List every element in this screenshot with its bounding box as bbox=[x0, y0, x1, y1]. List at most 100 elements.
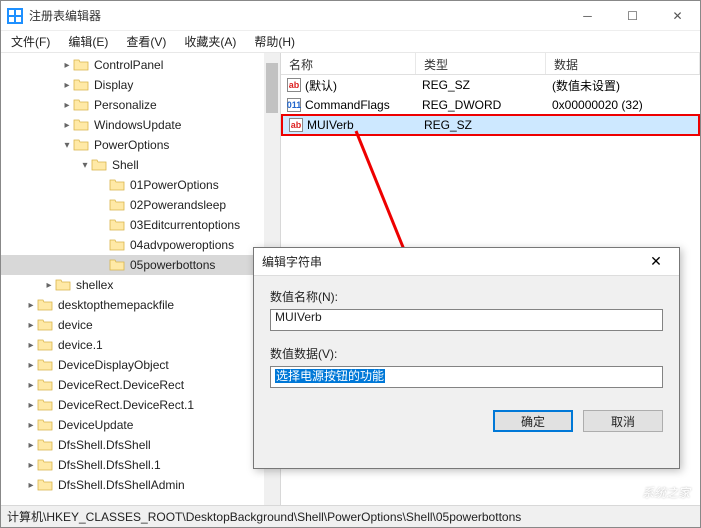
dialog-title: 编辑字符串 bbox=[262, 253, 641, 270]
tree-item[interactable]: 02Powerandsleep bbox=[1, 195, 280, 215]
tree-item[interactable]: ▸ shellex bbox=[1, 275, 280, 295]
caret-right-icon[interactable]: ▸ bbox=[61, 80, 73, 91]
caret-down-icon[interactable]: ▾ bbox=[61, 140, 73, 151]
folder-icon bbox=[109, 218, 125, 232]
folder-icon bbox=[73, 78, 89, 92]
tree-item-label: DeviceUpdate bbox=[56, 418, 135, 432]
tree-item[interactable]: ▸ControlPanel bbox=[1, 55, 280, 75]
tree-item[interactable]: ▸ DeviceRect.DeviceRect.1 bbox=[1, 395, 280, 415]
caret-right-icon[interactable]: ▸ bbox=[25, 440, 37, 451]
value-data-field[interactable]: 选择电源按钮的功能 bbox=[270, 366, 663, 388]
tree-item-label: device bbox=[56, 318, 95, 332]
tree-item[interactable]: ▸DfsShell.DfsShellAdmin bbox=[1, 475, 280, 495]
caret-right-icon[interactable]: ▸ bbox=[43, 280, 55, 291]
folder-icon bbox=[73, 58, 89, 72]
tree-item[interactable]: ▸ device bbox=[1, 315, 280, 335]
col-name[interactable]: 名称 bbox=[281, 53, 416, 74]
tree-item[interactable]: 05powerbottons bbox=[1, 255, 280, 275]
tree-item[interactable]: ▸ Personalize bbox=[1, 95, 280, 115]
minimize-button[interactable]: ─ bbox=[565, 1, 610, 31]
tree-item[interactable]: ▸ DeviceRect.DeviceRect bbox=[1, 375, 280, 395]
tree-item-label: shellex bbox=[74, 278, 115, 292]
tree-item[interactable]: 03Editcurrentoptions bbox=[1, 215, 280, 235]
tree-pane[interactable]: ▸ControlPanel▸Display▸Personalize▸Window… bbox=[1, 53, 281, 505]
folder-icon bbox=[109, 258, 125, 272]
folder-icon bbox=[37, 298, 53, 312]
value-name: CommandFlags bbox=[305, 98, 390, 112]
tree-item[interactable]: ▾PowerOptions bbox=[1, 135, 280, 155]
tree-item[interactable]: ▸DfsShell.DfsShell.1 bbox=[1, 455, 280, 475]
ok-button[interactable]: 确定 bbox=[493, 410, 573, 432]
caret-right-icon[interactable]: ▸ bbox=[25, 360, 37, 371]
folder-icon bbox=[37, 478, 53, 492]
folder-icon bbox=[37, 358, 53, 372]
tree-item[interactable]: ▸WindowsUpdate bbox=[1, 115, 280, 135]
tree-item-label: desktopthemepackfile bbox=[56, 298, 176, 312]
close-button[interactable]: ✕ bbox=[655, 1, 700, 31]
dialog-titlebar[interactable]: 编辑字符串 ✕ bbox=[254, 248, 679, 276]
caret-right-icon[interactable]: ▸ bbox=[25, 480, 37, 491]
string-value-icon: ab bbox=[287, 78, 301, 92]
list-row[interactable]: ab(默认)REG_SZ(数值未设置) bbox=[281, 75, 700, 95]
folder-icon bbox=[91, 158, 107, 172]
caret-right-icon[interactable]: ▸ bbox=[25, 380, 37, 391]
menu-edit[interactable]: 编辑(E) bbox=[60, 31, 116, 52]
folder-icon bbox=[73, 98, 89, 112]
tree-item[interactable]: ▸Display bbox=[1, 75, 280, 95]
col-data[interactable]: 数据 bbox=[546, 53, 700, 74]
tree-item[interactable]: ▾Shell bbox=[1, 155, 280, 175]
caret-right-icon[interactable]: ▸ bbox=[25, 420, 37, 431]
menu-bar: 文件(F) 编辑(E) 查看(V) 收藏夹(A) 帮助(H) bbox=[1, 31, 700, 53]
tree-item[interactable]: 01PowerOptions bbox=[1, 175, 280, 195]
value-name: MUIVerb bbox=[307, 118, 354, 132]
tree-item-label: DeviceRect.DeviceRect.1 bbox=[56, 398, 196, 412]
caret-right-icon[interactable]: ▸ bbox=[25, 320, 37, 331]
tree-item[interactable]: ▸DfsShell.DfsShell bbox=[1, 435, 280, 455]
menu-favorites[interactable]: 收藏夹(A) bbox=[176, 31, 244, 52]
window-title: 注册表编辑器 bbox=[29, 7, 565, 24]
tree-item[interactable]: ▸DeviceDisplayObject bbox=[1, 355, 280, 375]
tree-item-label: 03Editcurrentoptions bbox=[128, 218, 242, 232]
caret-right-icon[interactable]: ▸ bbox=[25, 460, 37, 471]
tree-item-label: Personalize bbox=[92, 98, 159, 112]
tree-item[interactable]: 04advpoweroptions bbox=[1, 235, 280, 255]
tree-item[interactable]: ▸ DeviceUpdate bbox=[1, 415, 280, 435]
folder-icon bbox=[73, 118, 89, 132]
tree-item[interactable]: ▸device.1 bbox=[1, 335, 280, 355]
caret-right-icon[interactable]: ▸ bbox=[61, 100, 73, 111]
col-type[interactable]: 类型 bbox=[416, 53, 546, 74]
caret-right-icon[interactable]: ▸ bbox=[61, 120, 73, 131]
list-header: 名称 类型 数据 bbox=[281, 53, 700, 75]
caret-right-icon[interactable]: ▸ bbox=[61, 60, 73, 71]
folder-icon bbox=[37, 398, 53, 412]
caret-right-icon[interactable]: ▸ bbox=[25, 340, 37, 351]
tree-item[interactable]: ▸ desktopthemepackfile bbox=[1, 295, 280, 315]
folder-icon bbox=[37, 378, 53, 392]
title-bar: 注册表编辑器 ─ ☐ ✕ bbox=[1, 1, 700, 31]
tree-item-label: 01PowerOptions bbox=[128, 178, 221, 192]
window-buttons: ─ ☐ ✕ bbox=[565, 1, 700, 31]
tree-item-label: DeviceRect.DeviceRect bbox=[56, 378, 186, 392]
maximize-button[interactable]: ☐ bbox=[610, 1, 655, 31]
dialog-body: 数值名称(N): MUIVerb 数值数据(V): 选择电源按钮的功能 bbox=[254, 276, 679, 388]
value-name-label: 数值名称(N): bbox=[270, 288, 663, 305]
caret-right-icon[interactable]: ▸ bbox=[25, 400, 37, 411]
menu-help[interactable]: 帮助(H) bbox=[246, 31, 303, 52]
caret-right-icon[interactable]: ▸ bbox=[25, 300, 37, 311]
menu-file[interactable]: 文件(F) bbox=[3, 31, 58, 52]
scrollbar-thumb[interactable] bbox=[266, 63, 278, 113]
binary-value-icon: 011 bbox=[287, 98, 301, 112]
value-data-label: 数值数据(V): bbox=[270, 345, 663, 362]
cancel-button[interactable]: 取消 bbox=[583, 410, 663, 432]
menu-view[interactable]: 查看(V) bbox=[118, 31, 174, 52]
value-name-field[interactable]: MUIVerb bbox=[270, 309, 663, 331]
list-row[interactable]: 011CommandFlagsREG_DWORD0x00000020 (32) bbox=[281, 95, 700, 115]
folder-icon bbox=[37, 318, 53, 332]
tree-item-label: 04advpoweroptions bbox=[128, 238, 236, 252]
value-type: REG_DWORD bbox=[416, 98, 546, 112]
folder-icon bbox=[55, 278, 71, 292]
list-row[interactable]: abMUIVerbREG_SZ bbox=[281, 114, 700, 136]
dialog-close-icon[interactable]: ✕ bbox=[641, 253, 671, 270]
edit-string-dialog: 编辑字符串 ✕ 数值名称(N): MUIVerb 数值数据(V): 选择电源按钮… bbox=[253, 247, 680, 469]
caret-down-icon[interactable]: ▾ bbox=[79, 160, 91, 171]
